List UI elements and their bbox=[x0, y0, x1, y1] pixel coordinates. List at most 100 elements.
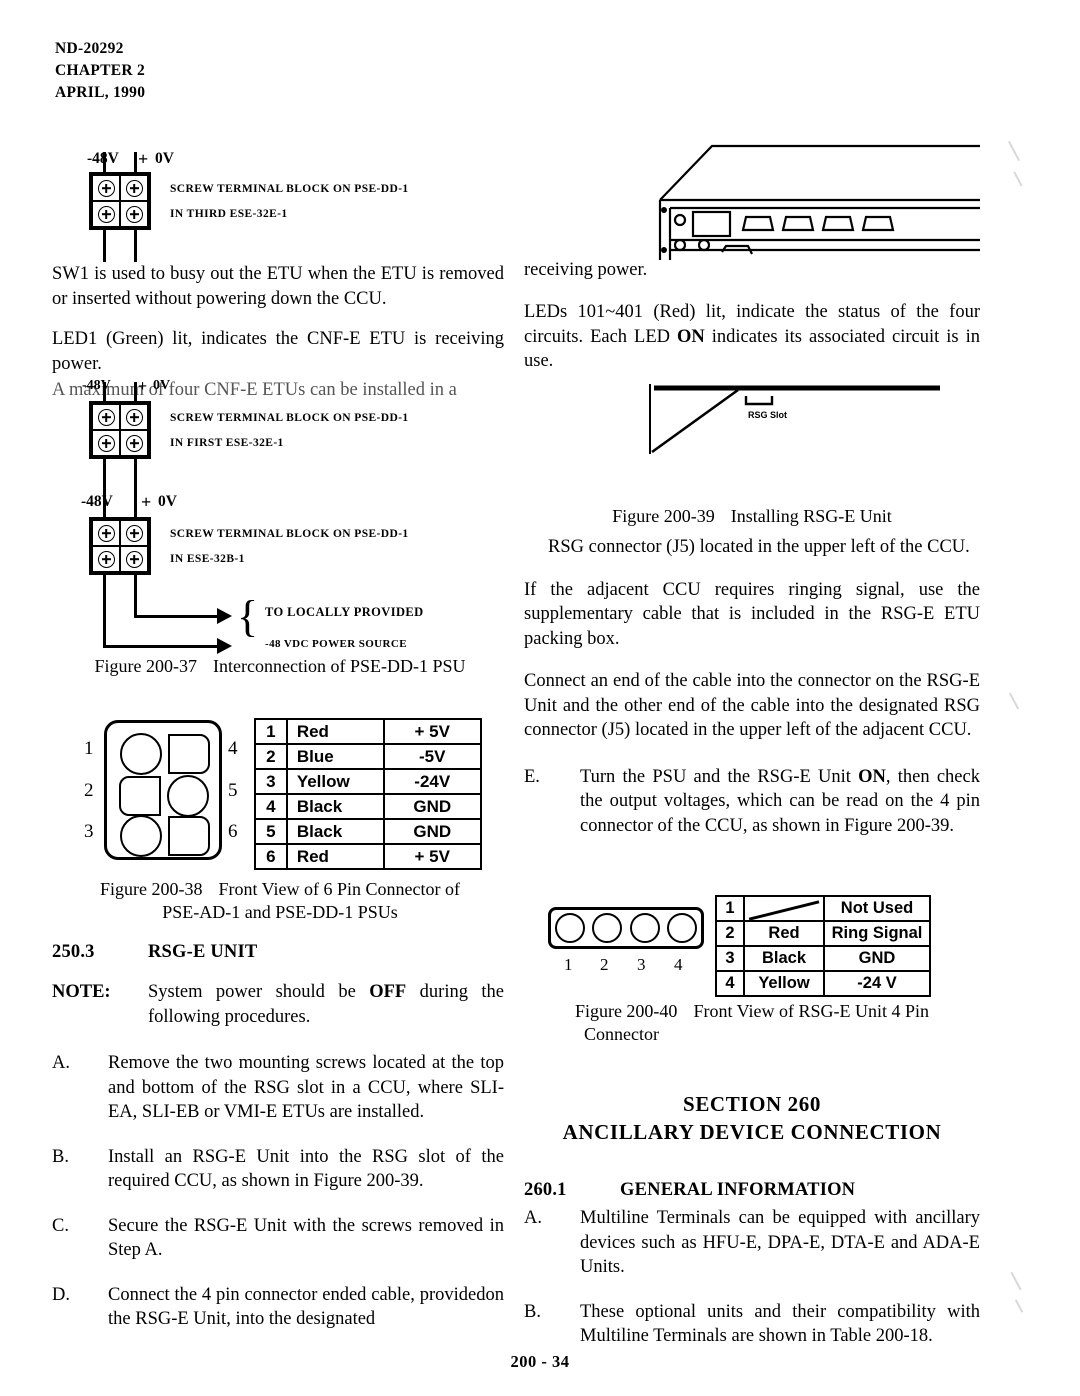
step-a-marker: A. bbox=[52, 1053, 70, 1073]
table-row: 4 Black GND bbox=[254, 793, 483, 820]
paragraph-sw1: SW1 is used to busy out the ETU when the… bbox=[52, 264, 504, 309]
cell-value: Ring Signal bbox=[823, 920, 931, 947]
tb2-caption-line-1: SCREW TERMINAL BLOCK ON PSE-DD-1 bbox=[170, 412, 409, 424]
terminal-block-diagram-1: -48V + 0V SCREW TERMINAL BLOCK ON PSE-DD… bbox=[85, 149, 505, 262]
step-a: A. Remove the two mounting screws locate… bbox=[52, 1051, 504, 1125]
pin-label-1: 1 bbox=[564, 955, 573, 974]
cell-pin: 3 bbox=[254, 768, 288, 795]
step-c-text: Secure the RSG-E Unit with the screws re… bbox=[108, 1215, 504, 1261]
terminal-block-diagram-2: -48V + 0V SCREW TERMINAL BLOCK ON PSE-DD… bbox=[82, 378, 505, 494]
cell-color: Yellow bbox=[743, 970, 825, 997]
table-row: 1 Red + 5V bbox=[254, 718, 483, 745]
pin-label-1: 1 bbox=[84, 738, 94, 759]
scan-artifact bbox=[1007, 140, 1021, 162]
tb2-screw-block bbox=[89, 401, 151, 459]
gen-info-step-a-text: Multiline Terminals can be equipped with… bbox=[580, 1208, 980, 1277]
cell-color: Black bbox=[285, 818, 385, 845]
cell-color: Red bbox=[285, 843, 385, 870]
step-d: D. Connect the 4 pin connector ended cab… bbox=[52, 1283, 504, 1332]
tb1-lead-top-right bbox=[134, 152, 137, 174]
screw-icon bbox=[97, 408, 115, 426]
section-260-line-2: ANCILLARY DEVICE CONNECTION bbox=[562, 1120, 942, 1144]
pin-label-2: 2 bbox=[600, 955, 609, 974]
gen-info-step-a-marker: A. bbox=[524, 1208, 542, 1228]
left-text-group-2: 250.3 RSG-E UNIT NOTE: System power shou… bbox=[52, 940, 504, 1349]
document-header: ND-20292 CHAPTER 2 APRIL, 1990 bbox=[55, 38, 145, 104]
pin-label-3: 3 bbox=[84, 821, 94, 842]
note-text-emphasis: OFF bbox=[369, 982, 407, 1002]
document-page: ND-20292 CHAPTER 2 APRIL, 1990 -48V + 0V… bbox=[0, 0, 1080, 1396]
paragraph-ringing: If the adjacent CCU requires ringing sig… bbox=[524, 579, 980, 649]
screw-icon bbox=[97, 179, 115, 197]
figure-200-40-title-line-2: Connector bbox=[584, 1024, 659, 1044]
scan-artifact bbox=[1013, 171, 1023, 187]
pin-label-4: 4 bbox=[228, 738, 238, 759]
cell-value: Not Used bbox=[823, 895, 931, 922]
pin-1-shape bbox=[554, 913, 585, 943]
tb1-lead-top-left bbox=[103, 152, 106, 174]
scan-artifact bbox=[1008, 692, 1020, 710]
cell-color: Red bbox=[743, 920, 825, 947]
ccu-cabinet-drawing bbox=[658, 144, 980, 260]
screw-icon bbox=[125, 179, 143, 197]
figure-200-38-caption: Figure 200-38 Front View of 6 Pin Connect… bbox=[40, 878, 520, 924]
cell-pin: 6 bbox=[254, 843, 288, 870]
pin-3-shape bbox=[120, 815, 162, 857]
gen-info-step-b-marker: B. bbox=[524, 1301, 541, 1322]
note-label: NOTE: bbox=[52, 982, 111, 1002]
paragraph-led1: LED1 (Green) lit, indicates the CNF-E ET… bbox=[52, 329, 504, 374]
cell-pin: 4 bbox=[254, 793, 288, 820]
figure-200-40-number: Figure 200-40 bbox=[574, 1001, 678, 1021]
figure-200-40-caption: Figure 200-40 Front View of RSG-E Unit 4 … bbox=[524, 1000, 980, 1046]
tb2-terminal-4 bbox=[120, 430, 148, 456]
gen-info-step-a: A. Multiline Terminals can be equipped w… bbox=[524, 1206, 980, 1280]
screw-icon bbox=[125, 408, 143, 426]
tb1-zero-label: 0V bbox=[155, 150, 174, 167]
tb3-neg-label: -48V bbox=[81, 493, 113, 510]
paragraph-j5: RSG connector (J5) located in the upper … bbox=[524, 535, 980, 560]
left-text-group-1: SW1 is used to busy out the ETU when the… bbox=[52, 262, 504, 392]
step-e-marker: E. bbox=[524, 766, 540, 787]
step-d-marker: D. bbox=[52, 1284, 70, 1305]
figure-200-38-number: Figure 200-38 bbox=[99, 879, 203, 899]
table-row: 3 Yellow -24V bbox=[254, 768, 483, 795]
cell-value: -24V bbox=[382, 768, 483, 795]
cell-color: Red bbox=[285, 718, 385, 745]
arrow-head-icon bbox=[217, 608, 232, 624]
pin-1-shape bbox=[120, 733, 162, 775]
tb1-terminal-1 bbox=[92, 175, 120, 201]
figure-200-40-title-line-1: Front View of RSG-E Unit 4 Pin bbox=[693, 1001, 930, 1021]
tb2-plus-label: + bbox=[138, 378, 148, 395]
terminal-block-diagram-3: -48V + 0V SCREW TERMINAL BLOCK ON PSE-DD… bbox=[81, 477, 505, 655]
tb3-screw-block bbox=[89, 517, 151, 575]
pin-6-shape bbox=[168, 816, 210, 856]
figure-200-37-caption: Figure 200-37 Interconnection of PSE-DD-1… bbox=[40, 655, 520, 678]
scan-artifact bbox=[1014, 1299, 1024, 1313]
note-block: NOTE: System power should be OFF during … bbox=[52, 980, 504, 1029]
table-row: 2 Red Ring Signal bbox=[715, 920, 931, 947]
screw-icon bbox=[97, 434, 115, 452]
page-footer: 200 - 34 bbox=[0, 1352, 1080, 1372]
table-row: 1 Not Used bbox=[715, 895, 931, 922]
step-c-marker: C. bbox=[52, 1215, 69, 1236]
tb1-caption-line-1: SCREW TERMINAL BLOCK ON PSE-DD-1 bbox=[170, 183, 409, 195]
figure-200-39-caption: Figure 200-39 Installing RSG-E Unit bbox=[524, 505, 980, 528]
cell-value: GND bbox=[382, 818, 483, 845]
pin-label-2: 2 bbox=[84, 780, 94, 801]
tb1-plus-label: + bbox=[138, 149, 149, 169]
pin-label-4: 4 bbox=[674, 955, 683, 974]
cell-pin: 3 bbox=[715, 945, 745, 972]
power-source-line-1: TO LOCALLY PROVIDED bbox=[265, 605, 424, 619]
step-e-text-emphasis: ON bbox=[858, 766, 886, 787]
paragraph-receiving-power: receiving power. bbox=[524, 260, 648, 280]
tb1-lead-bottom-right bbox=[134, 230, 137, 262]
pin-4-shape bbox=[168, 734, 210, 774]
cell-value: GND bbox=[823, 945, 931, 972]
pin-3-shape bbox=[629, 913, 660, 943]
revision-date: APRIL, 1990 bbox=[55, 84, 146, 101]
tb2-lead-top-left bbox=[103, 382, 106, 402]
chapter-label: CHAPTER 2 bbox=[55, 62, 146, 79]
cell-value: -24 V bbox=[823, 970, 931, 997]
pin-label-6: 6 bbox=[228, 821, 238, 842]
tb2-terminal-3 bbox=[92, 430, 120, 456]
